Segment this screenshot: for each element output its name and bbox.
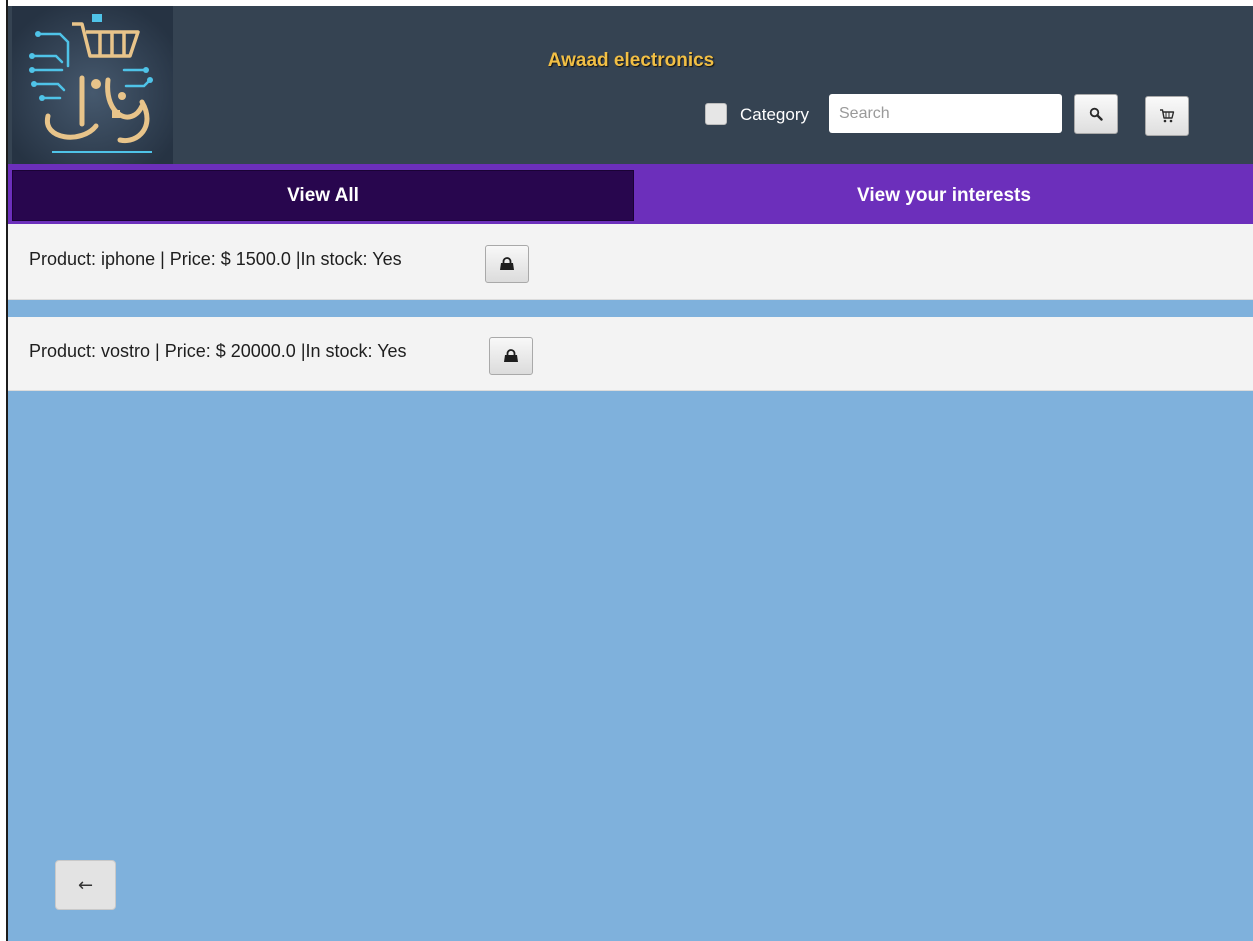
product-info: Product: iphone | Price: $ 1500.0 |In st… (29, 249, 402, 269)
arrow-left-icon: ← (77, 874, 94, 896)
tab-bar: View All View your interests (8, 164, 1253, 224)
cart-icon (1160, 109, 1175, 123)
search-input[interactable] (829, 94, 1062, 133)
category-label: Category (740, 105, 809, 124)
cart-button[interactable] (1145, 96, 1189, 136)
list-item: Product: iphone | Price: $ 1500.0 |In st… (8, 224, 1253, 300)
logo-image (12, 6, 173, 164)
header-bar: Awaad electronics Category (8, 6, 1253, 164)
window-left-edge (0, 0, 8, 941)
circuit-cart-logo (12, 6, 173, 164)
store-title: Awaad electronics (547, 50, 715, 71)
back-button[interactable]: ← (55, 860, 116, 910)
app-window: Awaad electronics Category View All View… (8, 6, 1253, 941)
category-checkbox[interactable] (705, 103, 727, 125)
search-icon (1089, 107, 1103, 121)
add-to-bag-button[interactable] (489, 337, 533, 375)
product-info: Product: vostro | Price: $ 20000.0 |In s… (29, 341, 407, 361)
bag-icon (500, 257, 514, 270)
search-button[interactable] (1074, 94, 1118, 134)
tab-view-your-interests[interactable]: View your interests (635, 170, 1253, 221)
tab-view-all[interactable]: View All (12, 170, 634, 221)
add-to-bag-button[interactable] (485, 245, 529, 283)
list-item: Product: vostro | Price: $ 20000.0 |In s… (8, 317, 1253, 391)
bag-icon (504, 349, 518, 362)
